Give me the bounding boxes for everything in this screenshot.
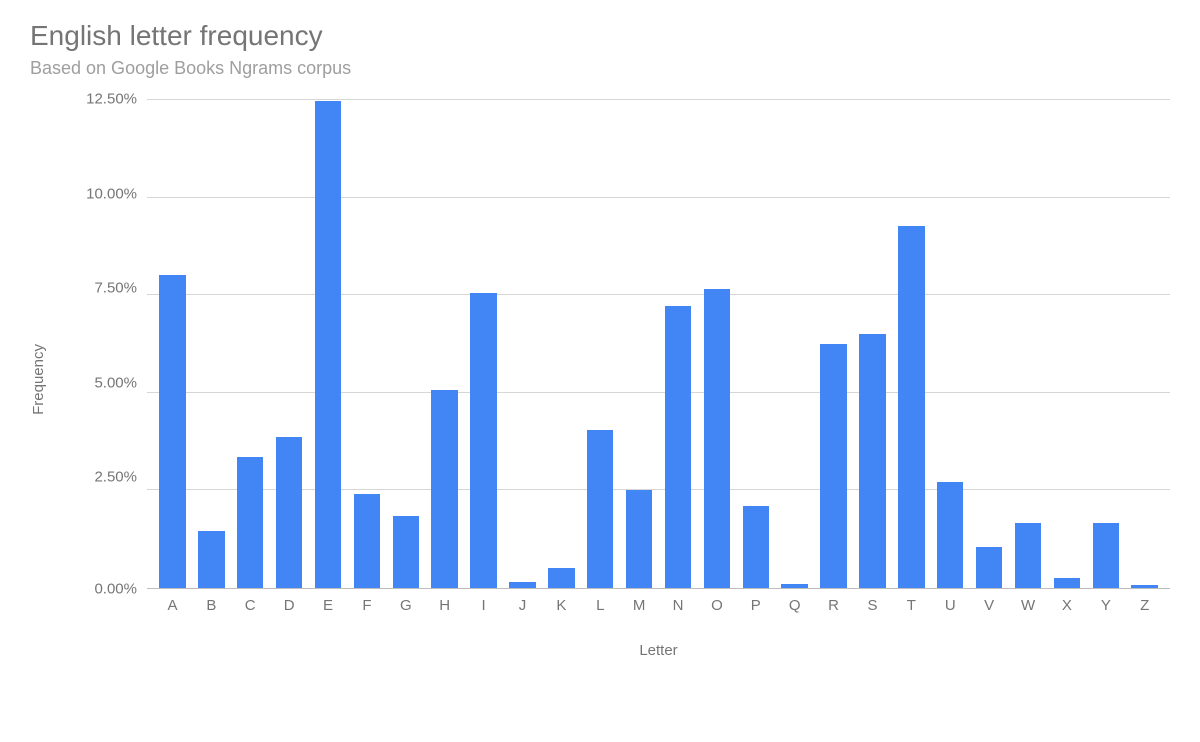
bar-slot xyxy=(231,99,270,588)
bar-slot xyxy=(1086,99,1125,588)
bar-slot xyxy=(347,99,386,588)
bar-slot xyxy=(970,99,1009,588)
x-tick: C xyxy=(231,597,270,614)
bar-slot xyxy=(736,99,775,588)
bar xyxy=(665,306,691,588)
bar-slot xyxy=(153,99,192,588)
bar xyxy=(1131,585,1157,588)
bar xyxy=(820,344,846,589)
bar-slot xyxy=(192,99,231,588)
bar-slot xyxy=(1047,99,1086,588)
bar xyxy=(1054,578,1080,588)
x-tick: D xyxy=(270,597,309,614)
y-tick: 0.00% xyxy=(67,580,137,597)
bar-slot xyxy=(581,99,620,588)
x-tick: O xyxy=(697,597,736,614)
x-tick: W xyxy=(1009,597,1048,614)
bar-slot xyxy=(659,99,698,588)
chart-body: 12.50%10.00%7.50%5.00%2.50%0.00% ABCDEFG… xyxy=(67,99,1170,659)
bar xyxy=(976,547,1002,588)
bar-slot xyxy=(464,99,503,588)
bar xyxy=(898,226,924,588)
x-tick: H xyxy=(425,597,464,614)
x-tick: T xyxy=(892,597,931,614)
x-tick: A xyxy=(153,597,192,614)
plot-row: 12.50%10.00%7.50%5.00%2.50%0.00% xyxy=(67,99,1170,589)
y-tick: 12.50% xyxy=(67,91,137,108)
chart-wrapper: Frequency 12.50%10.00%7.50%5.00%2.50%0.0… xyxy=(30,99,1170,659)
bar-slot xyxy=(853,99,892,588)
bar-slot xyxy=(892,99,931,588)
bar-slot xyxy=(1009,99,1048,588)
bar xyxy=(315,101,341,588)
x-tick: F xyxy=(347,597,386,614)
bar xyxy=(859,334,885,588)
bar-slot xyxy=(775,99,814,588)
bar xyxy=(431,390,457,588)
bar-slot xyxy=(931,99,970,588)
x-tick: Z xyxy=(1125,597,1164,614)
x-tick: G xyxy=(386,597,425,614)
x-tick: B xyxy=(192,597,231,614)
x-tick: M xyxy=(620,597,659,614)
bar xyxy=(587,430,613,588)
chart-title: English letter frequency xyxy=(30,20,1170,52)
y-axis-ticks: 12.50%10.00%7.50%5.00%2.50%0.00% xyxy=(67,99,147,589)
x-tick: L xyxy=(581,597,620,614)
bar xyxy=(704,289,730,588)
bar-slot xyxy=(542,99,581,588)
bar xyxy=(198,531,224,588)
bar xyxy=(1015,523,1041,588)
x-tick: Q xyxy=(775,597,814,614)
x-tick: Y xyxy=(1086,597,1125,614)
bar xyxy=(237,457,263,588)
bar-slot xyxy=(814,99,853,588)
bar xyxy=(781,584,807,588)
x-axis-label: Letter xyxy=(147,642,1170,659)
x-tick: P xyxy=(736,597,775,614)
bar xyxy=(393,516,419,588)
bar xyxy=(937,482,963,588)
chart-subtitle: Based on Google Books Ngrams corpus xyxy=(30,58,1170,79)
bar xyxy=(1093,523,1119,588)
bar xyxy=(509,582,535,588)
bar xyxy=(159,275,185,588)
x-axis-ticks: ABCDEFGHIJKLMNOPQRSTUVWXYZ xyxy=(147,597,1170,614)
x-tick: K xyxy=(542,597,581,614)
bar xyxy=(548,568,574,588)
bar-slot xyxy=(309,99,348,588)
x-tick: V xyxy=(970,597,1009,614)
x-tick: I xyxy=(464,597,503,614)
y-axis-label: Frequency xyxy=(30,344,47,415)
bars-container xyxy=(147,99,1170,588)
x-tick: E xyxy=(309,597,348,614)
bar xyxy=(354,494,380,588)
bar-slot xyxy=(270,99,309,588)
bar-slot xyxy=(1125,99,1164,588)
bar-slot xyxy=(503,99,542,588)
bar-slot xyxy=(697,99,736,588)
y-tick: 5.00% xyxy=(67,374,137,391)
bar-slot xyxy=(425,99,464,588)
bar-slot xyxy=(620,99,659,588)
y-tick: 10.00% xyxy=(67,185,137,202)
bar xyxy=(276,437,302,588)
bar xyxy=(626,490,652,588)
plot-area xyxy=(147,99,1170,589)
x-tick: N xyxy=(659,597,698,614)
x-tick: U xyxy=(931,597,970,614)
x-tick: R xyxy=(814,597,853,614)
x-tick: J xyxy=(503,597,542,614)
bar xyxy=(743,506,769,588)
x-tick: X xyxy=(1047,597,1086,614)
bar-slot xyxy=(386,99,425,588)
bar xyxy=(470,293,496,588)
y-tick: 7.50% xyxy=(67,280,137,297)
x-tick: S xyxy=(853,597,892,614)
y-tick: 2.50% xyxy=(67,469,137,486)
